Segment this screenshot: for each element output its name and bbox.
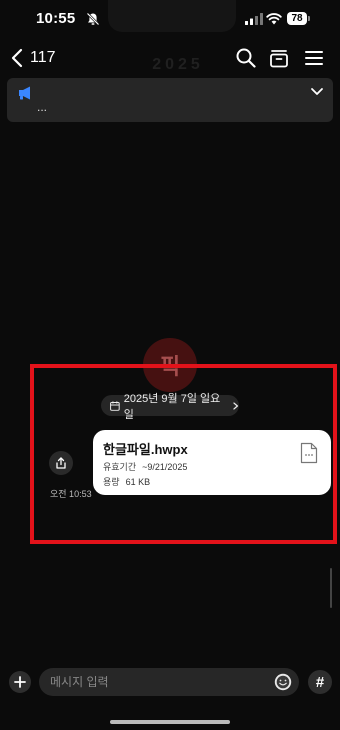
background-watermark: 2025 [152,56,204,73]
expiry-label: 유효기간 [103,462,137,472]
hamburger-menu-icon[interactable] [302,46,326,70]
drawer-icon[interactable] [267,46,291,70]
status-bar: 10:55 78 [0,0,340,36]
battery-cap [308,16,310,21]
message-time: 오전 10:53 [50,489,92,499]
wifi-icon [266,13,282,25]
add-button[interactable] [9,671,31,693]
message-input[interactable] [39,668,299,696]
back-button[interactable]: 117 [10,46,56,70]
dynamic-island [108,0,236,32]
notice-bar[interactable]: ... [7,78,333,122]
size-label: 용량 [103,477,120,487]
battery-indicator: 78 [287,12,307,25]
file-expiry: 유효기간 ~9/21/2025 [103,460,187,473]
file-name: 한글파일.hwpx [103,442,188,457]
size-value: 61 KB [125,477,151,487]
date-chip[interactable]: 2025년 9월 7일 일요일 [101,393,239,421]
hashtag-button[interactable]: # [308,670,332,694]
input-bar: # [0,662,340,702]
member-count: 117 [30,49,56,66]
share-icon [56,457,66,469]
file-size: 용량 61 KB [103,475,150,488]
emoji-icon[interactable] [274,673,292,691]
file-message-bubble[interactable]: 한글파일.hwpx 유효기간 ~9/21/2025 용량 61 KB [93,430,331,495]
status-time: 10:55 [36,10,76,27]
expiry-value: ~9/21/2025 [142,462,188,472]
scroll-indicator[interactable] [330,568,332,608]
chevron-down-icon[interactable] [310,87,324,97]
megaphone-icon [19,86,30,100]
chevron-right-icon [233,401,239,410]
notice-text: ... [37,100,48,114]
signal-icon [245,13,263,25]
date-chip-label: 2025년 9월 7일 일요일 [123,392,221,421]
bell-muted-icon [86,12,100,26]
calendar-icon [110,400,120,411]
plus-icon [14,676,26,688]
chevron-left-icon [11,48,23,68]
home-indicator [110,720,230,724]
share-button[interactable] [49,451,73,475]
file-document-icon [300,442,318,464]
